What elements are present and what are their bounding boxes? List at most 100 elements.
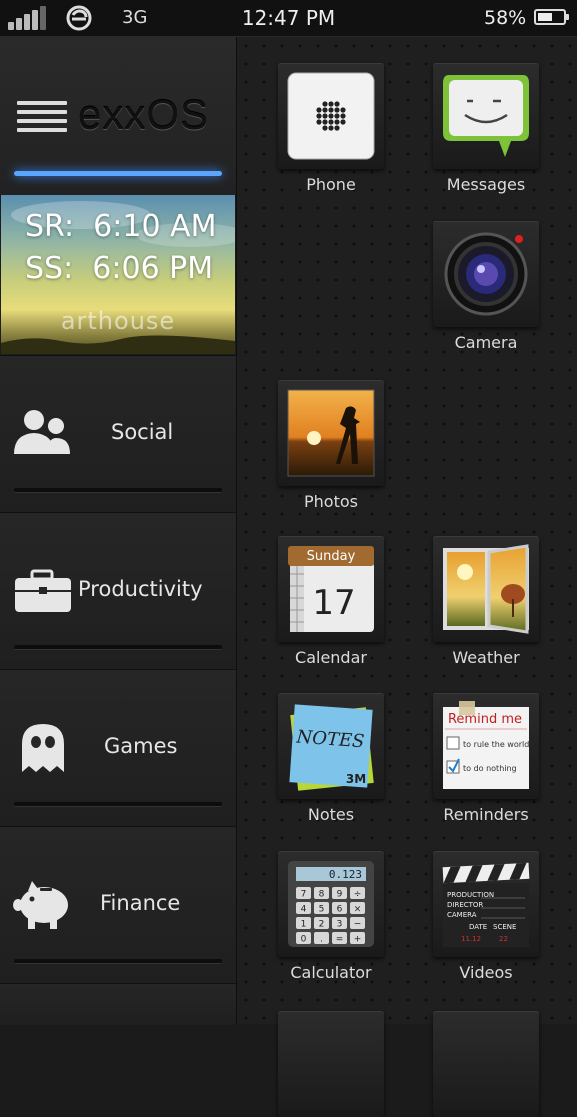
piggy-bank-icon [13,881,68,929]
app-calculator[interactable]: 0.123 7 8 9 ÷ 4 5 6 × 1 2 3 − 0. = + Calculator [278,851,384,982]
calculator-key-label: ÷ [354,890,362,900]
reminders-title: Remind me [448,712,522,727]
app-label: Notes [307,805,355,824]
app-label: Calculator [290,963,372,982]
photos-icon [287,389,375,477]
reminder-item: to do nothing [463,764,517,773]
app-notes[interactable]: NOTES 3M Notes [278,693,384,824]
app-partial[interactable] [278,1011,384,1117]
slate-date-value: 11.12 [461,935,481,943]
calculator-key-label: 3 [337,920,343,930]
app-tile [433,536,539,642]
users-icon [14,410,70,454]
brand-logo: exxOS [78,91,210,138]
sidebar-item-label: Social [111,420,174,444]
app-label: Reminders [443,805,529,824]
app-tile: NOTES 3M [278,693,384,799]
app-label: Photos [304,492,358,511]
divider [14,959,222,964]
divider [14,645,222,650]
slate-scene-label: SCENE [493,923,516,931]
divider [14,802,222,807]
calculator-key-label: 5 [319,905,325,915]
app-label: Messages [446,175,526,194]
calculator-key-label: × [354,905,362,915]
app-reminders[interactable]: Remind me to rule the world to do nothin… [433,693,539,824]
calculator-key-label: 8 [319,890,325,900]
weather-icon [443,544,529,634]
status-bar: 3G 12:47 PM 58% [0,0,577,37]
calculator-display: 0.123 [329,868,362,881]
app-tile: Sunday 17 [278,536,384,642]
app-tile [433,63,539,169]
widget-watermark: arthouse [60,307,176,335]
app-phone[interactable]: Phone [278,63,384,194]
calendar-day-name: Sunday [307,549,356,564]
app-tile [433,1011,539,1117]
app-grid: Phone Messages Camera Photos Sunday 17 C… [237,37,577,1117]
messages-icon [443,75,529,157]
ghost-icon [22,724,64,772]
note-brand: 3M [346,772,366,786]
calculator-key-label: 6 [337,905,343,915]
calculator-key-label: 2 [319,920,325,930]
app-label: Phone [306,175,356,194]
slate-line: CAMERA [447,911,477,919]
app-tile [278,1011,384,1117]
app-camera[interactable]: Camera [433,221,539,352]
app-label: Calendar [295,648,367,667]
calculator-key-label: + [354,935,362,945]
sidebar-item-label: Productivity [78,577,203,601]
app-tile [278,380,384,486]
sidebar-item-partial[interactable] [0,983,236,1025]
divider [14,488,222,493]
slate-scene-value: 22 [499,935,508,943]
app-calendar[interactable]: Sunday 17 Calendar [278,536,384,667]
app-weather[interactable]: Weather [433,536,539,667]
calculator-key-label: 4 [301,905,307,915]
app-tile [278,63,384,169]
calendar-day-number: 17 [312,583,355,623]
notes-icon: NOTES 3M [289,704,374,791]
app-tile: 0.123 7 8 9 ÷ 4 5 6 × 1 2 3 − 0. = + [278,851,384,957]
sun-times-widget[interactable]: SR: 6:10 AM SS: 6:06 PM arthouse [1,195,235,354]
app-label: Weather [452,648,520,667]
calculator-key-label: . [320,935,323,945]
briefcase-icon [15,569,71,612]
slate-date-label: DATE [469,923,487,931]
sidebar: exxOS SR: 6:10 AM SS: 6:06 PM arthouse S… [0,37,237,1025]
calculator-icon: 0.123 7 8 9 ÷ 4 5 6 × 1 2 3 − 0. = + [288,861,374,947]
menu-icon[interactable] [17,101,67,133]
calculator-key-label: 0 [301,935,307,945]
calendar-icon: Sunday 17 [288,546,374,632]
camera-icon [444,232,528,316]
sidebar-item-label: Games [104,734,178,758]
calculator-key-label: 9 [337,890,343,900]
app-messages[interactable]: Messages [433,63,539,194]
app-tile: Remind me to rule the world to do nothin… [433,693,539,799]
phone-icon [287,72,375,160]
header-glow-bar [14,171,222,176]
app-label: Videos [459,963,513,982]
battery-icon [534,9,569,25]
videos-icon: PRODUCTION DIRECTOR CAMERA DATE SCENE 11… [442,862,530,947]
app-label: Camera [454,333,518,352]
sidebar-item-finance[interactable]: Finance [0,826,236,983]
app-partial[interactable] [433,1011,539,1117]
app-videos[interactable]: PRODUCTION DIRECTOR CAMERA DATE SCENE 11… [433,851,539,982]
calculator-key-label: = [336,935,344,945]
sidebar-item-social[interactable]: Social [0,355,236,512]
sidebar-header: exxOS [0,37,236,196]
reminder-item: to rule the world [463,740,529,749]
reminders-icon: Remind me to rule the world to do nothin… [443,701,529,789]
sunrise-text: SR: 6:10 AM [25,209,217,244]
calculator-key-label: 1 [301,920,307,930]
app-tile [433,221,539,327]
app-photos[interactable]: Photos [278,380,384,511]
app-tile: PRODUCTION DIRECTOR CAMERA DATE SCENE 11… [433,851,539,957]
sunset-text: SS: 6:06 PM [25,251,214,286]
sidebar-item-label: Finance [100,891,181,915]
sidebar-item-productivity[interactable]: Productivity [0,512,236,669]
sidebar-item-games[interactable]: Games [0,669,236,826]
calculator-key-label: 7 [301,890,307,900]
